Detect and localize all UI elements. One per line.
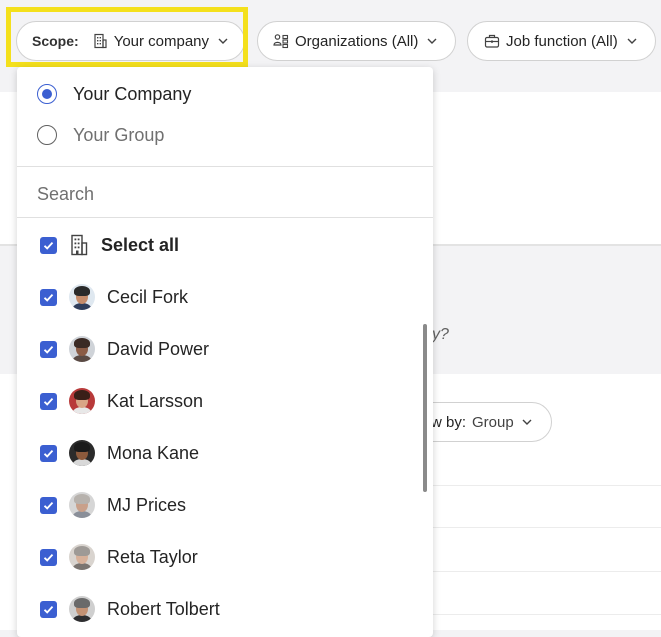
chevron-down-icon [218,38,228,44]
avatar [69,336,95,362]
avatar [69,596,95,622]
chevron-down-icon [627,38,637,44]
select-all-label: Select all [101,234,180,255]
table-row-divider [432,527,661,528]
view-by-label: w by: [431,413,467,431]
view-by-value: Group [472,413,514,431]
avatar [69,492,95,518]
person-name: Cecil Fork [107,286,189,307]
checkbox-checked-icon[interactable] [40,600,57,618]
table-row-divider [432,571,661,572]
checkbox-checked-icon[interactable] [40,236,57,254]
dropdown-divider [17,217,433,218]
radio-unselected-icon [37,125,57,145]
organizations-filter-button[interactable]: Organizations (All) [257,21,456,61]
briefcase-icon [484,34,500,48]
scope-filter-button[interactable]: Scope: Your company [16,21,245,61]
job-function-filter-label: Job function (All) [506,32,618,50]
avatar [69,388,95,414]
scope-option-label: Your Company [73,83,192,104]
scope-option-your-company[interactable]: Your Company [37,82,191,106]
person-name: Robert Tolbert [107,598,220,619]
checkbox-checked-icon[interactable] [40,548,57,566]
people-org-icon [273,34,289,49]
avatar [69,440,95,466]
scope-label: Scope: [32,33,79,49]
table-row-divider [432,614,661,615]
person-name: MJ Prices [107,494,187,515]
person-name: David Power [107,338,210,359]
scope-option-your-group[interactable]: Your Group [37,123,164,147]
dropdown-divider [17,166,433,167]
person-row-reta-taylor[interactable]: Reta Taylor [40,542,198,572]
checkbox-checked-icon[interactable] [40,444,57,462]
scope-value: Your company [113,32,210,50]
chevron-down-icon [427,38,437,44]
checkbox-checked-icon[interactable] [40,288,57,306]
search-input[interactable] [37,181,417,207]
job-function-filter-button[interactable]: Job function (All) [467,21,656,61]
building-icon [71,234,88,256]
person-row-mj-prices[interactable]: MJ Prices [40,490,186,520]
person-name: Reta Taylor [107,546,198,567]
person-row-robert-tolbert[interactable]: Robert Tolbert [40,594,220,624]
person-row-cecil-fork[interactable]: Cecil Fork [40,282,188,312]
checkbox-checked-icon[interactable] [40,392,57,410]
person-name: Kat Larsson [107,390,204,411]
select-all-row[interactable]: Select all [40,230,179,260]
chevron-down-icon [522,419,532,425]
scope-dropdown-panel: Your Company Your Group Select all Cecil… [17,67,433,637]
building-icon [94,33,107,49]
table-row-divider [432,485,661,486]
checkbox-checked-icon[interactable] [40,340,57,358]
partial-question-text: y? [432,326,449,343]
person-row-mona-kane[interactable]: Mona Kane [40,438,199,468]
radio-selected-icon [37,84,57,104]
checkbox-checked-icon[interactable] [40,496,57,514]
person-row-kat-larsson[interactable]: Kat Larsson [40,386,203,416]
person-name: Mona Kane [107,442,200,463]
organizations-filter-label: Organizations (All) [295,32,419,50]
dropdown-scrollbar[interactable] [423,324,427,492]
avatar [69,544,95,570]
avatar [69,284,95,310]
person-row-david-power[interactable]: David Power [40,334,209,364]
scope-option-label: Your Group [73,124,165,145]
